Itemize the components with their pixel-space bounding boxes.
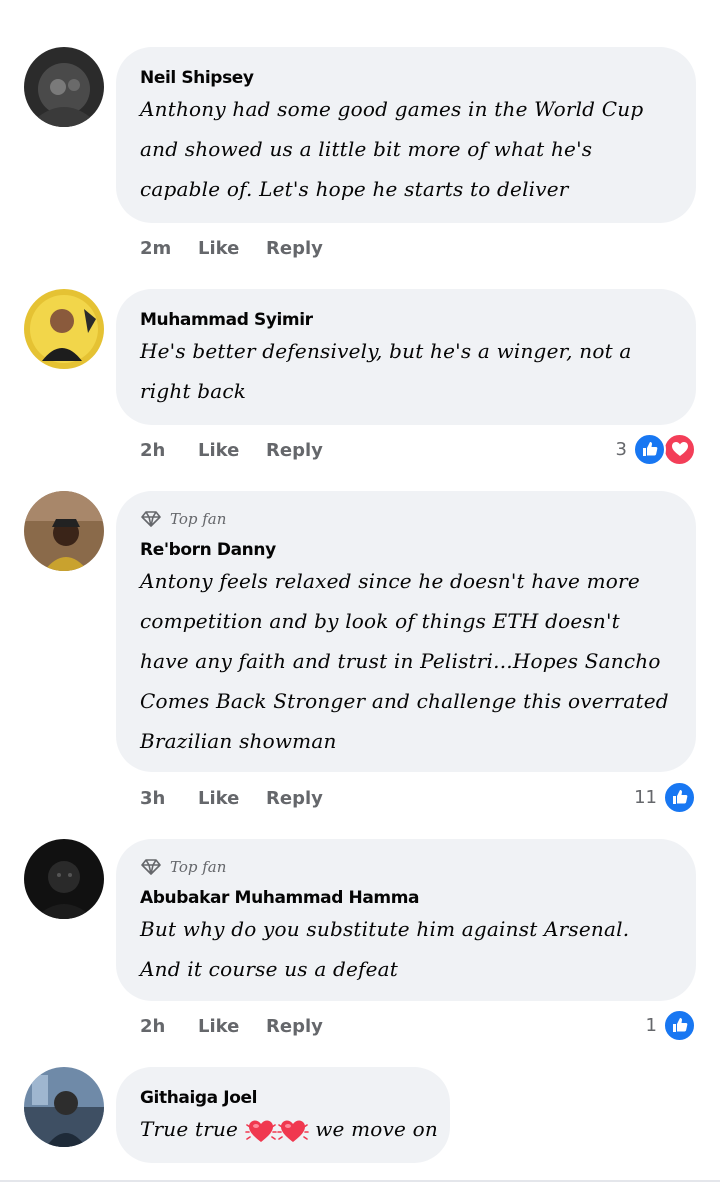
like-button[interactable]: Like xyxy=(198,440,266,461)
comment-text: True true we move on xyxy=(140,1109,438,1149)
comment-actions: 2m Like Reply xyxy=(140,235,323,261)
heart-icon xyxy=(276,1120,309,1142)
top-fan-badge: Top fan xyxy=(140,857,672,877)
avatar[interactable] xyxy=(24,491,104,571)
like-icon xyxy=(633,432,666,466)
comment-author[interactable]: Re'born Danny xyxy=(140,537,672,563)
avatar[interactable] xyxy=(24,1067,104,1147)
comment-time[interactable]: 2h xyxy=(140,440,198,461)
comment-text: He's better defensively, but he's a wing… xyxy=(140,339,632,403)
comment-text-end: we move on xyxy=(315,1117,438,1141)
reply-button[interactable]: Reply xyxy=(266,440,323,461)
comment-time[interactable]: 3h xyxy=(140,788,198,809)
comment-author[interactable]: Muhammad Syimir xyxy=(140,307,672,333)
heart-icon xyxy=(244,1120,277,1142)
comment-text-start: True true xyxy=(140,1117,239,1141)
comment-author[interactable]: Neil Shipsey xyxy=(140,65,672,91)
reaction-summary[interactable]: 11 xyxy=(634,780,696,814)
comment-author[interactable]: Githaiga Joel xyxy=(140,1085,426,1111)
comment-text: Antony feels relaxed since he doesn't ha… xyxy=(140,569,669,753)
comment-bubble: Neil Shipsey Anthony had some good games… xyxy=(116,47,696,223)
comment-author[interactable]: Abubakar Muhammad Hamma xyxy=(140,885,672,911)
reply-button[interactable]: Reply xyxy=(266,238,323,259)
like-icon xyxy=(663,780,696,814)
avatar[interactable] xyxy=(24,47,104,127)
comment-text: But why do you substitute him against Ar… xyxy=(140,917,630,981)
comment-time[interactable]: 2h xyxy=(140,1016,198,1037)
reply-button[interactable]: Reply xyxy=(266,1016,323,1037)
comment-text: Anthony had some good games in the World… xyxy=(140,97,644,201)
comment-bubble: Muhammad Syimir He's better defensively,… xyxy=(116,289,696,425)
comment-bubble: Githaiga Joel True true we move on xyxy=(116,1067,450,1163)
comment-bubble: Top fan Re'born Danny Antony feels relax… xyxy=(116,491,696,772)
reaction-count: 11 xyxy=(634,786,657,808)
comment-time[interactable]: 2m xyxy=(140,238,198,259)
top-fan-label: Top fan xyxy=(170,858,227,876)
top-fan-badge: Top fan xyxy=(140,509,672,529)
like-button[interactable]: Like xyxy=(198,238,266,259)
like-button[interactable]: Like xyxy=(198,1016,266,1037)
love-icon xyxy=(663,432,696,466)
comment-actions: 2h Like Reply xyxy=(140,437,323,463)
divider xyxy=(0,1180,720,1182)
avatar[interactable] xyxy=(24,839,104,919)
reaction-count: 1 xyxy=(645,1014,657,1036)
top-fan-label: Top fan xyxy=(170,510,227,528)
diamond-icon xyxy=(141,859,161,875)
avatar[interactable] xyxy=(24,289,104,369)
reaction-count: 3 xyxy=(615,438,627,460)
like-icon xyxy=(663,1008,696,1042)
reply-button[interactable]: Reply xyxy=(266,788,323,809)
reaction-summary[interactable]: 3 xyxy=(616,432,696,466)
comment-actions: 3h Like Reply xyxy=(140,785,323,811)
like-button[interactable]: Like xyxy=(198,788,266,809)
reaction-summary[interactable]: 1 xyxy=(646,1008,696,1042)
comment-actions: 2h Like Reply xyxy=(140,1013,323,1039)
diamond-icon xyxy=(141,511,161,527)
comment-bubble: Top fan Abubakar Muhammad Hamma But why … xyxy=(116,839,696,1001)
